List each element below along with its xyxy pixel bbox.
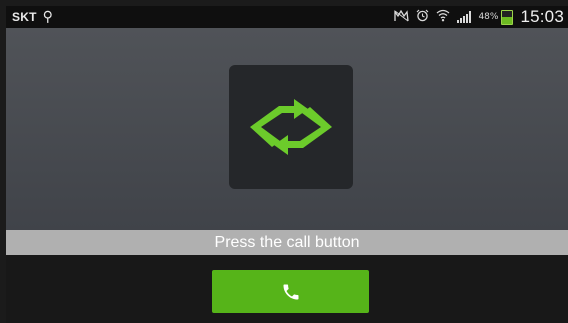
battery-fill	[502, 17, 513, 24]
bottom-bar	[6, 255, 568, 323]
status-bar: SKT ⚲ 48% 15:03	[6, 6, 568, 28]
app-logo-tile	[229, 65, 353, 189]
battery-icon	[501, 9, 514, 25]
prompt-banner: Press the call button	[6, 230, 568, 255]
carrier-label: SKT	[12, 10, 37, 24]
battery-percent: 48%	[478, 12, 499, 22]
alarm-icon	[416, 9, 429, 25]
silent-mode-icon	[394, 9, 410, 25]
signal-icon	[457, 11, 472, 23]
wifi-icon	[436, 9, 450, 25]
phone-icon	[283, 284, 298, 299]
main-area	[6, 28, 568, 230]
screen: SKT ⚲ 48% 15:03 Press the call button	[0, 0, 568, 323]
clock: 15:03	[520, 7, 564, 26]
prompt-text: Press the call button	[214, 233, 360, 251]
sync-arrows-icon	[250, 99, 332, 155]
status-bar-right: 48% 15:03	[394, 6, 564, 28]
status-bar-left: SKT ⚲	[12, 6, 53, 28]
usb-icon: ⚲	[42, 9, 53, 25]
call-button[interactable]	[212, 270, 369, 313]
